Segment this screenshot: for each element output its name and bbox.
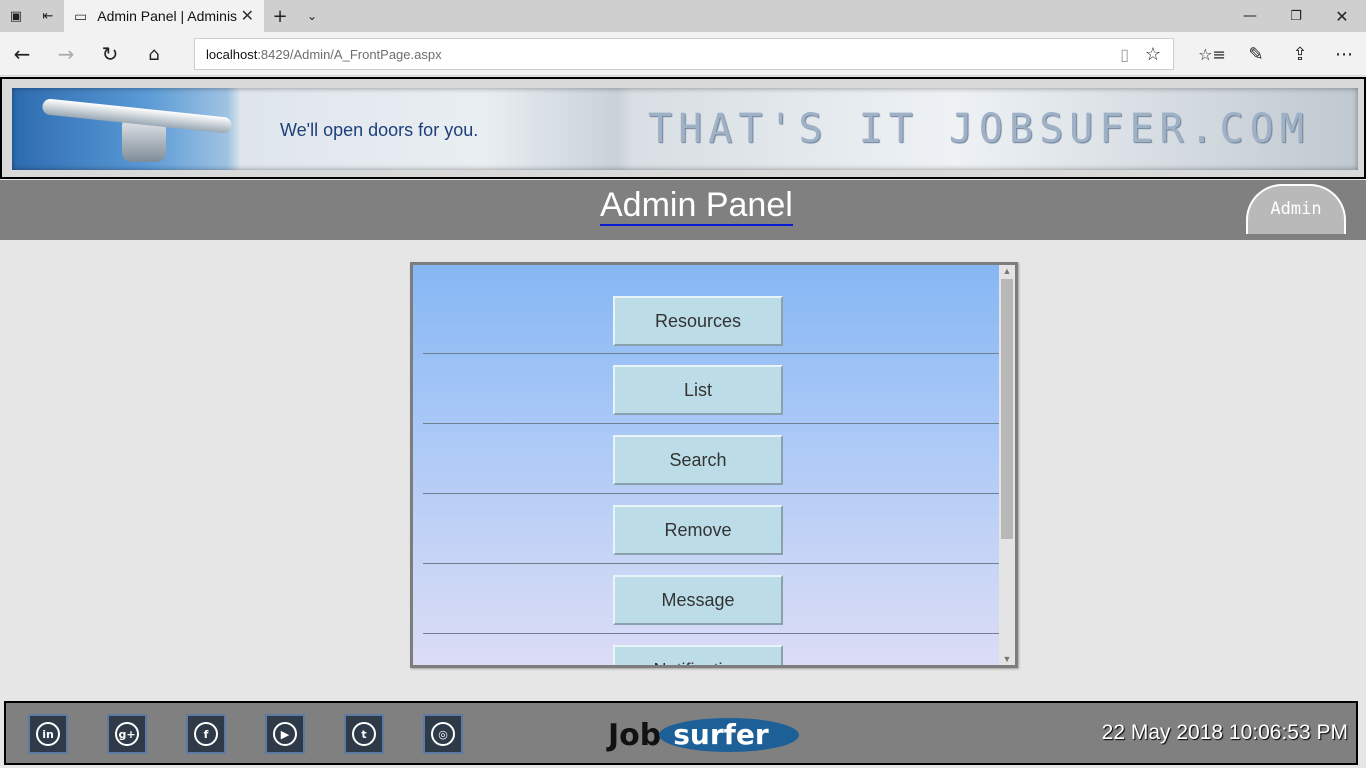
- remove-button[interactable]: Remove: [613, 505, 783, 555]
- youtube-icon[interactable]: ▶: [265, 714, 305, 754]
- page-header: Admin Panel Admin: [0, 180, 1366, 240]
- more-icon[interactable]: ⋯: [1332, 42, 1356, 66]
- chevron-down-icon[interactable]: ⌄: [302, 6, 322, 26]
- menu-row: Notification: [423, 634, 1001, 665]
- restore-icon[interactable]: ❐: [1286, 6, 1306, 26]
- page-title: Admin Panel: [600, 186, 793, 226]
- admin-user-tab[interactable]: Admin: [1246, 184, 1346, 234]
- tab-title: Admin Panel | Administ: [97, 8, 238, 24]
- search-button[interactable]: Search: [613, 435, 783, 485]
- menu-row: Resources: [423, 265, 1001, 354]
- google-plus-icon[interactable]: g+: [107, 714, 147, 754]
- banner-frame: We'll open doors for you. THAT'S IT JOBS…: [0, 77, 1366, 179]
- favorites-hub-icon[interactable]: ☆≡: [1198, 42, 1226, 66]
- menu-row: Remove: [423, 494, 1001, 564]
- instagram-icon[interactable]: ◎: [423, 714, 463, 754]
- menu-list: Resources List Search Remove Message Not…: [423, 265, 1001, 665]
- close-window-icon[interactable]: ✕: [1332, 6, 1352, 26]
- linkedin-icon[interactable]: in: [28, 714, 68, 754]
- set-aside-tabs-icon[interactable]: ⇤: [38, 6, 58, 26]
- menu-row: List: [423, 354, 1001, 424]
- new-tab-icon[interactable]: +: [270, 6, 290, 27]
- page-footer: in g+ f ▶ t ◎ Job surfer 22 May 2018 10:0…: [4, 701, 1358, 765]
- footer-logo-job: Job: [608, 717, 662, 753]
- footer-datetime: 22 May 2018 10:06:53 PM: [1101, 721, 1348, 744]
- notification-button[interactable]: Notification: [613, 645, 783, 665]
- browser-tab[interactable]: ▭ Admin Panel | Administ ✕: [64, 0, 264, 32]
- back-icon[interactable]: ←: [10, 42, 34, 66]
- scroll-up-icon[interactable]: ▲: [999, 265, 1015, 277]
- favorite-star-icon[interactable]: ☆: [1145, 44, 1161, 65]
- tab-sets-icon[interactable]: ▣: [6, 6, 26, 26]
- banner-logo-text: THAT'S IT JOBSUFER.COM: [648, 106, 1310, 152]
- url-host: localhost: [206, 46, 258, 62]
- url-path: :8429/Admin/A_FrontPage.aspx: [257, 46, 442, 62]
- close-tab-icon[interactable]: ✕: [241, 6, 254, 26]
- home-icon[interactable]: ⌂: [142, 42, 166, 66]
- scroll-thumb[interactable]: [1001, 279, 1013, 539]
- twitter-icon[interactable]: t: [344, 714, 384, 754]
- admin-menu-panel: Resources List Search Remove Message Not…: [410, 262, 1018, 668]
- share-icon[interactable]: ⇪: [1288, 42, 1312, 66]
- list-button[interactable]: List: [613, 365, 783, 415]
- page-icon: ▭: [74, 7, 88, 24]
- footer-logo: Job surfer: [608, 717, 799, 753]
- address-bar[interactable]: localhost:8429/Admin/A_FrontPage.aspx ▯ …: [194, 38, 1174, 70]
- resources-button[interactable]: Resources: [613, 296, 783, 346]
- scroll-down-icon[interactable]: ▼: [999, 653, 1015, 665]
- menu-scrollbar[interactable]: ▲ ▼: [999, 265, 1015, 665]
- browser-tab-bar: ▣ ⇤ ▭ Admin Panel | Administ ✕ + ⌄ — ❐ ✕: [0, 0, 1366, 32]
- footer-logo-surfer: surfer: [659, 718, 799, 752]
- minimize-icon[interactable]: —: [1240, 6, 1260, 26]
- pen-icon[interactable]: ✎: [1244, 42, 1268, 66]
- forward-icon[interactable]: →: [54, 42, 78, 66]
- menu-row: Search: [423, 424, 1001, 494]
- message-button[interactable]: Message: [613, 575, 783, 625]
- banner-image: We'll open doors for you. THAT'S IT JOBS…: [12, 88, 1358, 170]
- banner-tagline: We'll open doors for you.: [280, 120, 479, 140]
- browser-toolbar: ← → ↻ ⌂ localhost:8429/Admin/A_FrontPage…: [0, 32, 1366, 76]
- reading-view-icon[interactable]: ▯: [1120, 45, 1129, 65]
- facebook-icon[interactable]: f: [186, 714, 226, 754]
- menu-row: Message: [423, 564, 1001, 634]
- refresh-icon[interactable]: ↻: [98, 42, 122, 66]
